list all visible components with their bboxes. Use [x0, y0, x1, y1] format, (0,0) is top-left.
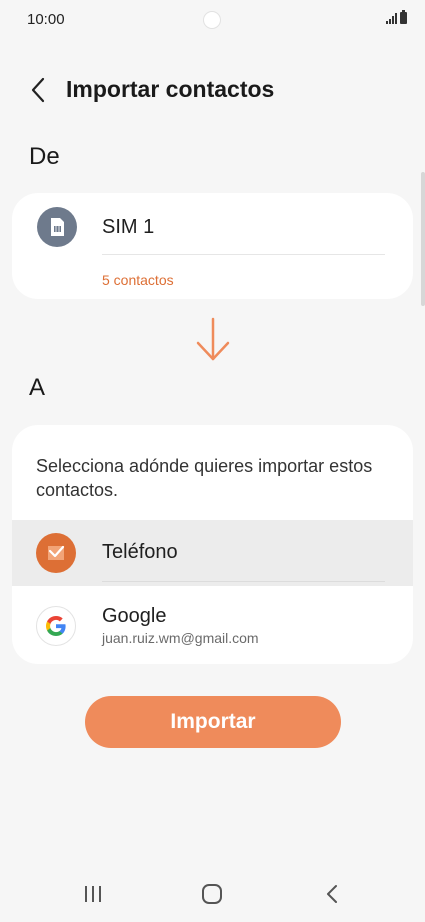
- back-nav-button[interactable]: [310, 874, 354, 914]
- page-title: Importar contactos: [66, 76, 275, 102]
- option-google[interactable]: Google juan.ruiz.wm@gmail.com: [12, 586, 413, 664]
- status-icons: [386, 10, 407, 24]
- option-subtitle: juan.ruiz.wm@gmail.com: [102, 630, 259, 646]
- scrollbar[interactable]: [421, 172, 425, 306]
- source-section-label: De: [29, 143, 60, 170]
- phone-check-icon: [36, 533, 76, 573]
- destination-description: Selecciona adónde quieres importar estos…: [36, 456, 373, 500]
- signal-icon: [386, 12, 397, 24]
- google-g-icon: [36, 606, 76, 646]
- back-button[interactable]: [22, 72, 54, 108]
- destination-card: Selecciona adónde quieres importar estos…: [12, 425, 413, 664]
- sim-source-item[interactable]: SIM 1 5 contactos: [12, 193, 413, 299]
- back-icon: [327, 885, 337, 903]
- camera-cutout: [203, 11, 221, 29]
- option-title: Teléfono: [102, 541, 178, 563]
- option-title: Google: [102, 605, 167, 627]
- option-phone[interactable]: Teléfono: [12, 520, 413, 586]
- recent-apps-button[interactable]: [71, 874, 115, 914]
- battery-icon: [400, 10, 407, 24]
- contact-count: 5 contactos: [102, 272, 174, 288]
- back-arrow-icon: [31, 77, 45, 103]
- arrow-down-icon: [196, 317, 230, 361]
- recent-apps-icon: [85, 886, 101, 902]
- divider: [102, 581, 385, 582]
- divider: [102, 254, 385, 255]
- status-bar: 10:00: [0, 0, 425, 40]
- import-button[interactable]: Importar: [85, 696, 341, 748]
- source-card: SIM 1 5 contactos: [12, 193, 413, 299]
- destination-section-label: A: [29, 374, 46, 401]
- header: Importar contactos: [0, 70, 425, 110]
- home-icon: [202, 884, 222, 904]
- status-time: 10:00: [27, 11, 65, 28]
- home-button[interactable]: [190, 874, 234, 914]
- navigation-bar: [0, 864, 425, 922]
- sim-name: SIM 1: [102, 216, 155, 238]
- sim-card-icon: [37, 207, 77, 247]
